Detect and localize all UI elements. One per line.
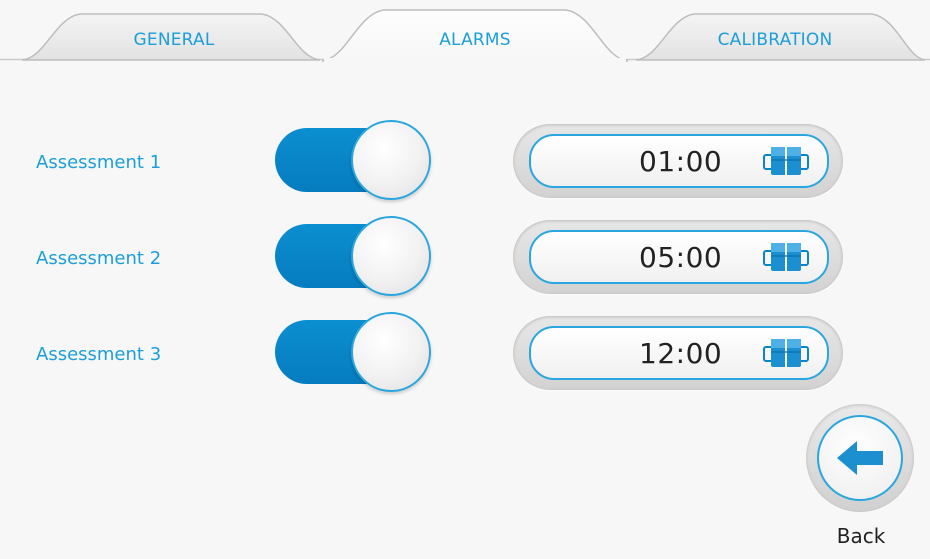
time-field-frame: 12:00 <box>513 316 843 390</box>
time-value: 12:00 <box>639 337 723 370</box>
tab-general[interactable]: GENERAL <box>134 30 215 50</box>
alarm-row-1: Assessment 1 01:00 <box>0 120 930 200</box>
keypad-icon <box>763 241 809 273</box>
time-value: 01:00 <box>639 145 723 178</box>
tab-calibration[interactable]: CALIBRATION <box>718 30 833 50</box>
alarm-label: Assessment 3 <box>36 344 162 365</box>
back-control: Back <box>806 404 916 554</box>
alarm-toggle[interactable] <box>275 312 433 392</box>
alarm-row-3: Assessment 3 12:00 <box>0 312 930 392</box>
time-field-frame: 05:00 <box>513 220 843 294</box>
arrow-left-icon <box>835 439 885 481</box>
alarm-row-2: Assessment 2 05:00 <box>0 216 930 296</box>
toggle-knob <box>351 216 431 296</box>
time-field[interactable]: 12:00 <box>529 326 829 380</box>
toggle-knob <box>351 120 431 200</box>
alarm-label: Assessment 2 <box>36 248 162 269</box>
tab-alarms[interactable]: ALARMS <box>439 30 511 50</box>
tab-bar: GENERAL ALARMS CALIBRATION <box>0 0 930 62</box>
time-field[interactable]: 05:00 <box>529 230 829 284</box>
keypad-icon <box>763 145 809 177</box>
back-label: Back <box>836 524 886 548</box>
alarm-label: Assessment 1 <box>36 152 162 173</box>
time-field[interactable]: 01:00 <box>529 134 829 188</box>
alarm-toggle[interactable] <box>275 216 433 296</box>
time-field-frame: 01:00 <box>513 124 843 198</box>
alarm-toggle[interactable] <box>275 120 433 200</box>
back-button-face <box>817 415 903 501</box>
time-value: 05:00 <box>639 241 723 274</box>
back-button[interactable] <box>806 404 914 512</box>
toggle-knob <box>351 312 431 392</box>
keypad-icon <box>763 337 809 369</box>
